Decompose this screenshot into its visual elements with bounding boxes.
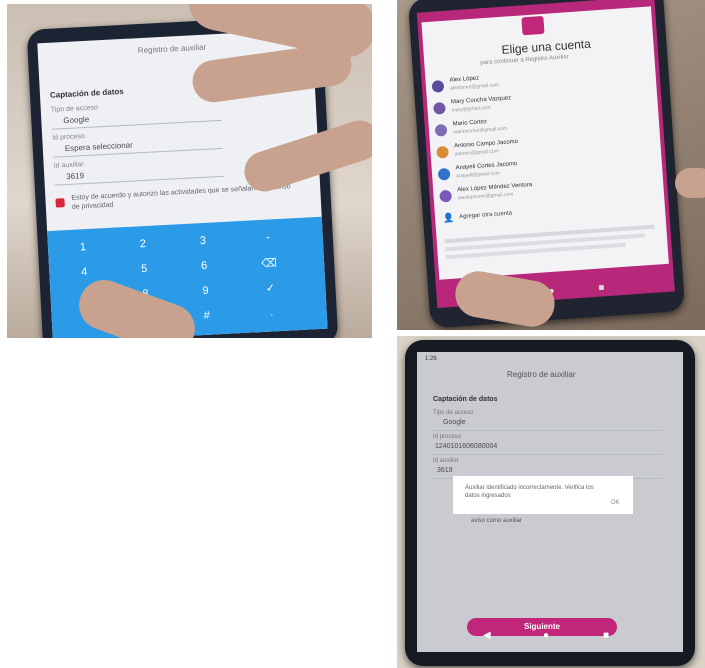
- app-logo-icon: [521, 15, 545, 36]
- add-account-label: Agregar otra cuenta: [458, 210, 513, 221]
- account-dialog: Elige una cuenta para continuar a Regist…: [421, 6, 669, 280]
- key[interactable]: -: [252, 231, 283, 245]
- avatar-icon: [431, 80, 445, 93]
- nav-back-icon[interactable]: ◀: [483, 630, 491, 641]
- field-value[interactable]: Google: [443, 419, 466, 426]
- account-email: alexlopezmv@gmail.com: [457, 191, 514, 202]
- key[interactable]: 4: [69, 265, 100, 279]
- account-name: Mario Cortez: [452, 119, 488, 128]
- field-label: Id proceso: [52, 133, 86, 142]
- account-email: mary@gmail.com: [451, 104, 491, 114]
- dialog-title: Elige una cuenta: [501, 36, 592, 57]
- account-email: anayeli@gmail.com: [456, 170, 501, 180]
- avatar-icon: [433, 101, 446, 115]
- key[interactable]: 5: [129, 262, 160, 276]
- account-name: Alex López: [449, 75, 480, 84]
- dialog-ok-button[interactable]: OK: [611, 500, 620, 506]
- nav-recents-icon[interactable]: ■: [603, 630, 609, 641]
- dialog-subtitle: para continuar a Registro Auxiliar: [480, 54, 569, 67]
- error-dialog: Auxiliar identificado incorrectamente. V…: [453, 476, 633, 514]
- backspace-key[interactable]: ⌫: [254, 256, 285, 271]
- key[interactable]: 3: [188, 234, 219, 248]
- field-value[interactable]: Espera seleccionar: [65, 141, 133, 154]
- partial-text: aviso como auxiliar: [471, 518, 523, 524]
- key[interactable]: 6: [189, 259, 220, 273]
- field-value[interactable]: 3619: [66, 171, 84, 181]
- dialog-message: Auxiliar identificado incorrectamente. V…: [465, 485, 594, 499]
- key[interactable]: 2: [128, 237, 159, 251]
- screen-title: Registro de auxiliar: [507, 370, 576, 379]
- field-value[interactable]: 3619: [437, 467, 453, 474]
- done-key[interactable]: ✓: [255, 281, 286, 296]
- screen-title: Registro de auxiliar: [137, 42, 207, 56]
- key[interactable]: 1: [68, 241, 99, 255]
- section-title: Captación de datos: [49, 86, 124, 100]
- nav-recents-icon[interactable]: ■: [598, 282, 605, 293]
- account-name: Mary Concha Vazquez: [450, 95, 512, 106]
- phone-body: Elige una cuenta para continuar a Regist…: [407, 0, 686, 329]
- key[interactable]: 9: [190, 284, 221, 298]
- field-label: Id proceso: [433, 434, 462, 440]
- hand-finger: [675, 168, 705, 198]
- field-value[interactable]: Google: [63, 115, 89, 125]
- key[interactable]: #: [191, 309, 222, 323]
- key[interactable]: .: [256, 306, 287, 320]
- avatar-icon: [437, 167, 451, 181]
- field-label: Tipo de acceso: [433, 410, 474, 416]
- field-value[interactable]: 1240101606080004: [435, 443, 497, 450]
- account-email: alexlopez@gmail.com: [449, 82, 500, 92]
- consent-checkbox[interactable]: [55, 198, 65, 208]
- account-email: mariocortez@gmail.com: [452, 125, 508, 136]
- field-label: Id auxiliar: [53, 161, 84, 170]
- avatar-icon: [439, 189, 453, 203]
- phone-screen: 1:26 Registro de auxiliar Captación de d…: [417, 352, 683, 652]
- photo-account-chooser: Elige una cuenta para continuar a Regist…: [397, 0, 705, 330]
- photo-registration-keypad: Registro de auxiliar Captación de datos …: [7, 4, 372, 338]
- section-title: Captación de datos: [433, 396, 498, 403]
- phone-body: 1:26 Registro de auxiliar Captación de d…: [405, 340, 695, 666]
- field-label: Id auxiliar: [433, 458, 459, 464]
- avatar-icon: [434, 123, 448, 137]
- avatar-icon: [436, 145, 449, 159]
- nav-home-icon[interactable]: ●: [543, 630, 549, 641]
- status-time: 1:26: [425, 356, 437, 362]
- photo-error-dialog: 1:26 Registro de auxiliar Captación de d…: [397, 336, 705, 668]
- field-label: Tipo de acceso: [50, 104, 99, 114]
- add-person-icon: 👤: [442, 212, 455, 224]
- account-email: antonio@gmail.com: [454, 148, 500, 158]
